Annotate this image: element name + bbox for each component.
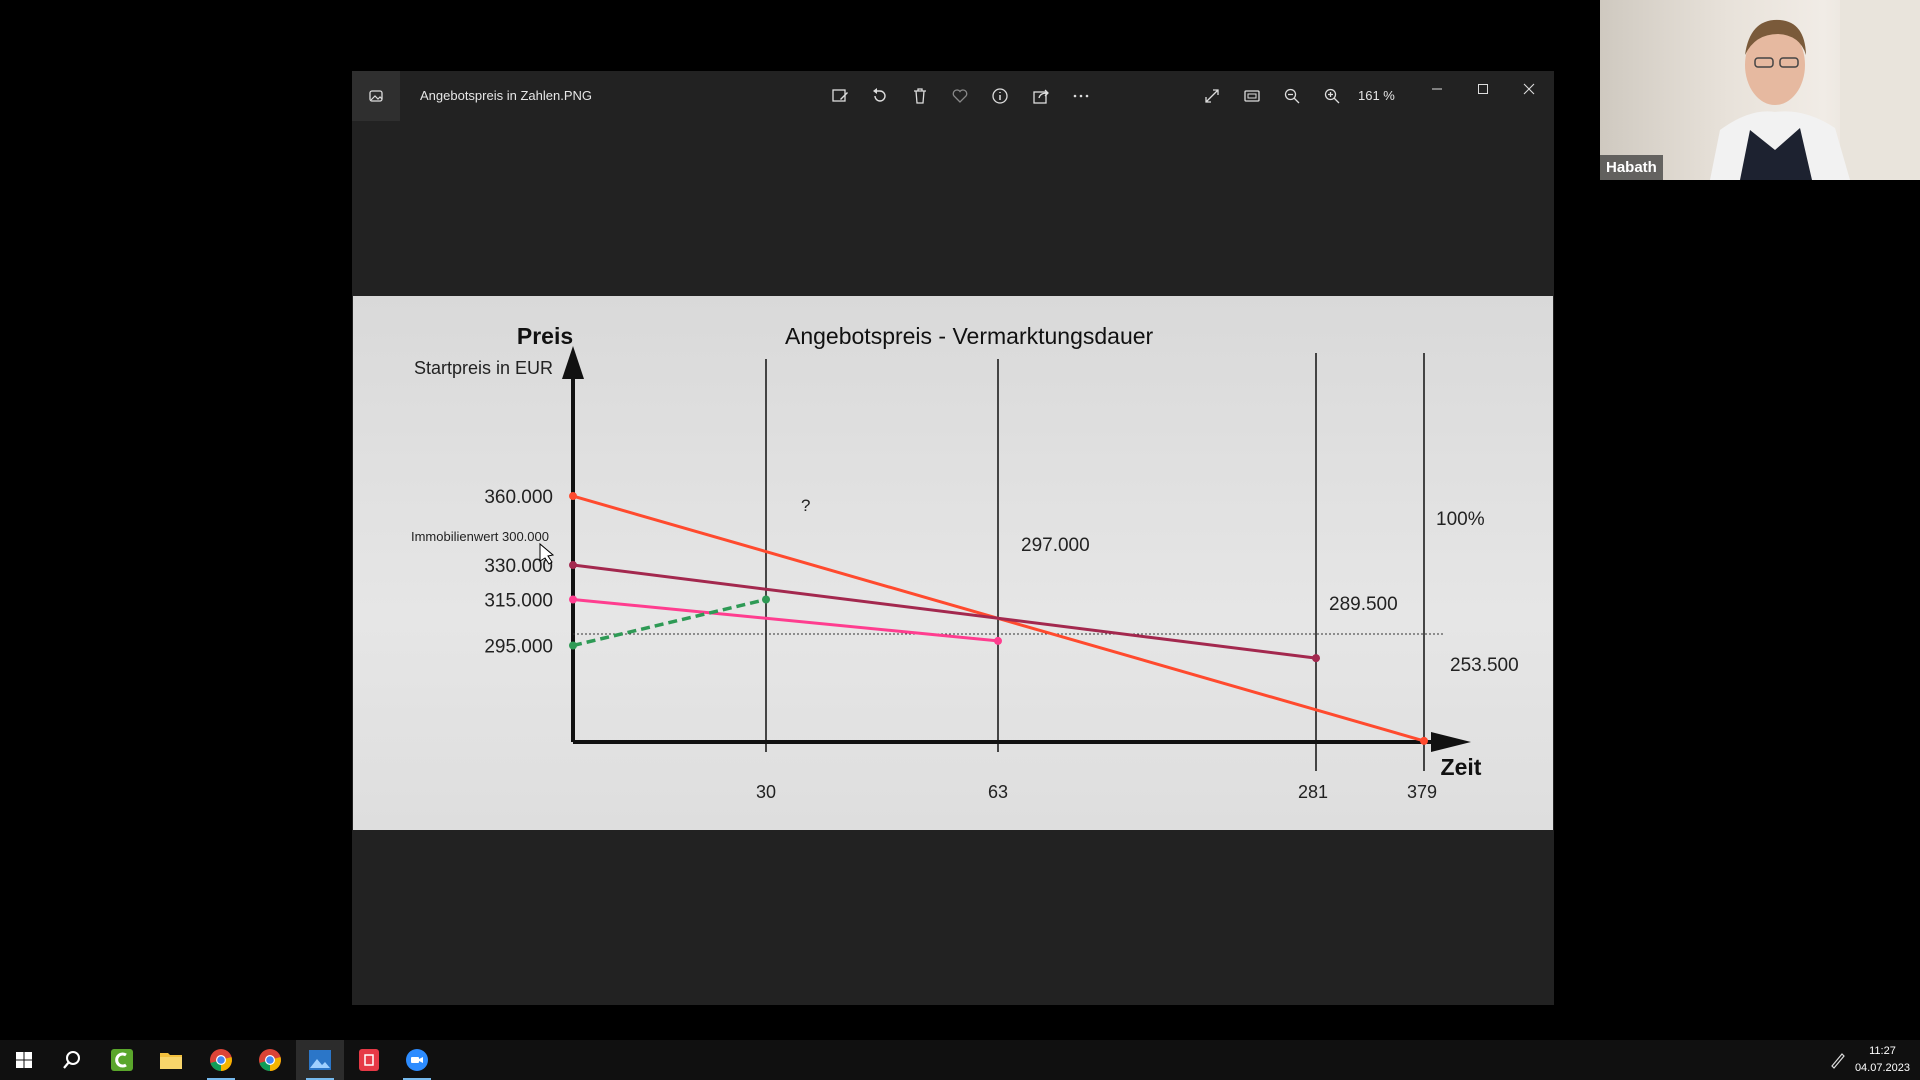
value-label-289500: 289.500	[1329, 594, 1398, 615]
camtasia-icon[interactable]	[98, 1040, 146, 1080]
webcam-video: Habath	[1600, 0, 1920, 180]
clock-time: 11:27	[1869, 1045, 1896, 1057]
pdf-icon[interactable]	[345, 1040, 393, 1080]
x-tick-label: 281	[1298, 782, 1328, 802]
start-icon[interactable]	[0, 1040, 48, 1080]
y-tick-label: 360.000	[484, 487, 553, 508]
x-axis-arrow	[1431, 732, 1471, 752]
chart-title: Angebotspreis - Vermarktungsdauer	[785, 323, 1154, 349]
y-axis-sublabel: Startpreis in EUR	[414, 358, 553, 378]
x-tick-label: 30	[756, 782, 776, 802]
y-tick-label: 295.000	[484, 636, 553, 657]
file-explorer-icon[interactable]	[147, 1040, 195, 1080]
displayed-image: Angebotspreis - Vermarktungsdauer Preis …	[353, 296, 1553, 830]
delete-icon[interactable]	[904, 80, 936, 112]
chrome-icon[interactable]	[197, 1040, 245, 1080]
value-label-297000: 297.000	[1021, 535, 1090, 556]
zoom-in-icon[interactable]	[1316, 80, 1348, 112]
x-tick-label: 379	[1407, 782, 1437, 802]
search-icon[interactable]	[48, 1040, 96, 1080]
series-point-start	[569, 492, 577, 501]
photos-app-icon[interactable]	[352, 71, 400, 121]
maximize-button[interactable]	[1460, 71, 1506, 107]
series-point-end	[1312, 654, 1320, 663]
photo-viewer-window: Angebotspreis in Zahlen.PNG 161 % Angebo…	[352, 71, 1554, 1005]
favorite-heart-icon[interactable]	[944, 80, 976, 112]
system-clock[interactable]: 11:27 04.07.2023	[1855, 1043, 1910, 1077]
price-chart: Angebotspreis - Vermarktungsdauer Preis …	[411, 323, 1519, 802]
series-point-start	[569, 561, 577, 570]
question-mark-annotation: ?	[801, 496, 810, 515]
series-line-4	[572, 597, 767, 648]
series-point-start	[569, 641, 577, 650]
reference-percent-label: 100%	[1436, 509, 1485, 530]
series-line-3	[572, 598, 999, 643]
participant-silhouette	[1710, 0, 1920, 180]
zoom-icon[interactable]	[393, 1040, 441, 1080]
minimize-button[interactable]	[1414, 71, 1460, 107]
rotate-icon[interactable]	[864, 80, 896, 112]
series-point-end	[762, 595, 770, 604]
y-tick-label: 315.000	[484, 591, 553, 612]
info-icon[interactable]	[984, 80, 1016, 112]
participant-name: Habath	[1600, 155, 1663, 180]
title-bar: Angebotspreis in Zahlen.PNG 161 %	[352, 71, 1554, 121]
series-point-start	[569, 595, 577, 604]
fit-to-window-icon[interactable]	[1236, 80, 1268, 112]
close-button[interactable]	[1506, 71, 1552, 107]
taskbar: 11:27 04.07.2023	[0, 1040, 1920, 1080]
value-label-253500: 253.500	[1450, 655, 1519, 676]
reference-line-label: Immobilienwert 300.000	[411, 529, 549, 544]
edit-image-icon[interactable]	[824, 80, 856, 112]
zoom-level: 161 %	[1358, 88, 1395, 103]
clock-date: 04.07.2023	[1854, 1062, 1910, 1074]
photos-icon[interactable]	[296, 1040, 344, 1080]
share-icon[interactable]	[1025, 80, 1057, 112]
series-point-end	[994, 636, 1002, 645]
x-tick-label: 63	[988, 782, 1008, 802]
chrome-icon[interactable]	[246, 1040, 294, 1080]
y-axis-arrow	[562, 346, 584, 379]
y-axis-label: Preis	[517, 323, 573, 349]
window-title: Angebotspreis in Zahlen.PNG	[420, 88, 592, 103]
more-options-icon[interactable]	[1065, 80, 1097, 112]
fullscreen-icon[interactable]	[1196, 80, 1228, 112]
series-point-end	[1420, 736, 1428, 745]
zoom-out-icon[interactable]	[1276, 80, 1308, 112]
x-axis-label: Zeit	[1441, 754, 1482, 780]
